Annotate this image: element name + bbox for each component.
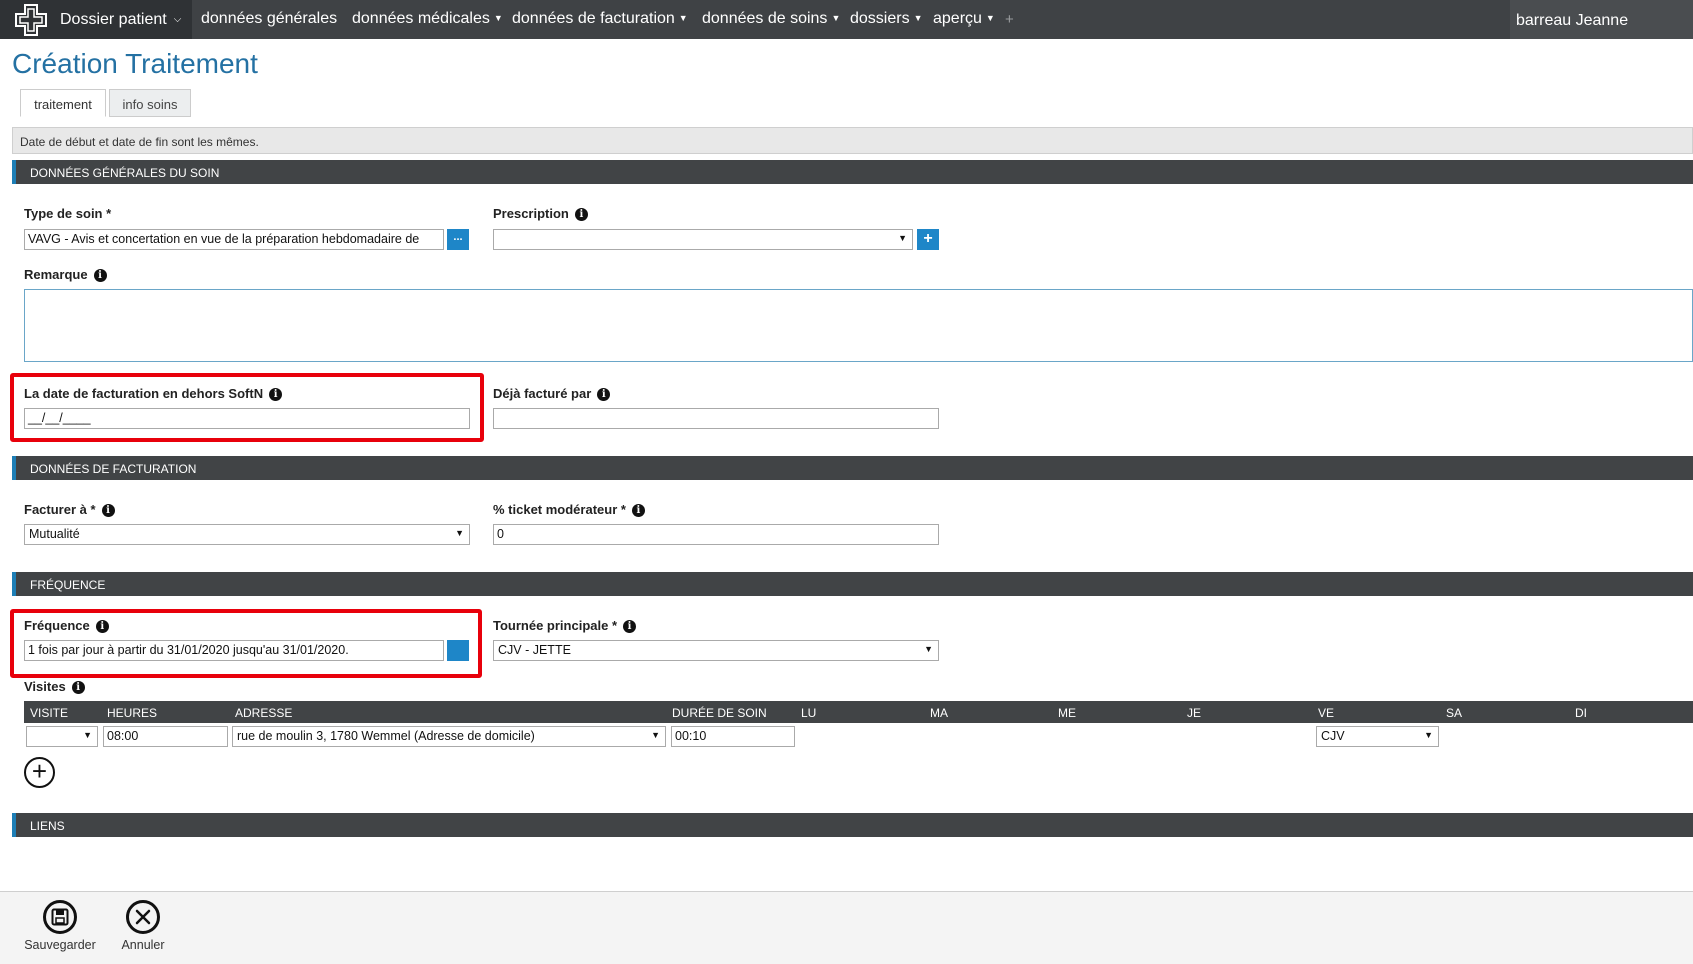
col-duree: DURÉE DE SOIN: [672, 706, 767, 720]
tab-traitement[interactable]: traitement: [20, 89, 106, 117]
facturer-a-select[interactable]: Mutualité ▼: [24, 524, 470, 545]
deja-facture-label: Déjà facturé par i: [493, 386, 611, 401]
info-icon: i: [95, 620, 109, 633]
cancel-button[interactable]: Annuler: [110, 900, 176, 952]
remarque-label: Remarque i: [24, 267, 107, 282]
caret-down-icon: ▼: [985, 13, 995, 23]
visite-select[interactable]: ▼: [26, 726, 98, 747]
date-facturation-input[interactable]: __/__/____: [24, 408, 470, 429]
info-icon: i: [93, 269, 107, 282]
caret-down-icon: ▼: [678, 13, 688, 23]
section-billing: DONNÉES DE FACTURATION: [12, 456, 1693, 480]
type-soin-input[interactable]: VAVG - Avis et concertation en vue de la…: [24, 229, 444, 250]
col-heures: HEURES: [107, 706, 158, 720]
section-frequency: FRÉQUENCE: [12, 572, 1693, 596]
info-icon: i: [71, 681, 85, 694]
caret-down-icon: ▼: [913, 13, 923, 23]
frequence-label: Fréquence i: [24, 618, 109, 633]
col-sa: SA: [1446, 706, 1463, 720]
prescription-label: Prescription i: [493, 206, 588, 221]
tournee-select[interactable]: CJV - JETTE ▼: [493, 640, 939, 661]
caret-down-icon: ▼: [831, 13, 841, 23]
tournee-label: Tournée principale * i: [493, 618, 637, 633]
save-button[interactable]: Sauvegarder: [22, 900, 98, 952]
col-visite: VISITE: [30, 706, 69, 720]
col-ma: MA: [930, 706, 948, 720]
tab-info-soins[interactable]: info soins: [109, 89, 191, 117]
date-facturation-label: La date de facturation en dehors SoftN i: [24, 386, 283, 401]
col-me: ME: [1058, 706, 1076, 720]
section-general: DONNÉES GÉNÉRALES DU SOIN: [12, 160, 1693, 184]
close-icon: [126, 900, 160, 934]
ticket-label: % ticket modérateur * i: [493, 502, 645, 517]
nav-dossiers[interactable]: dossiers ▼: [850, 10, 923, 28]
nav-donnees-medicales[interactable]: données médicales ▼: [352, 10, 503, 28]
chevron-down-icon: ⌵: [173, 14, 182, 25]
cancel-label: Annuler: [121, 938, 165, 952]
nav-donnees-facturation[interactable]: données de facturation ▼: [512, 10, 688, 28]
col-di: DI: [1575, 706, 1587, 720]
nav-add-tab[interactable]: +: [1005, 11, 1014, 28]
save-icon: [43, 900, 77, 934]
caret-down-icon: ▼: [898, 233, 907, 243]
footer-toolbar: Sauvegarder Annuler: [0, 891, 1693, 964]
col-ve: VE: [1318, 706, 1335, 720]
type-soin-browse-button[interactable]: ...: [447, 229, 469, 250]
info-icon: i: [623, 620, 637, 633]
remarque-textarea[interactable]: [24, 289, 1693, 362]
caret-down-icon: ▼: [493, 13, 503, 23]
col-adresse: ADRESSE: [235, 706, 293, 720]
info-icon: i: [269, 388, 283, 401]
medical-cross-logo-icon: [12, 3, 50, 37]
col-je: JE: [1187, 706, 1202, 720]
nav-donnees-generales[interactable]: données générales: [201, 10, 337, 28]
caret-down-icon: ▼: [83, 730, 92, 740]
add-visit-button[interactable]: +: [24, 757, 55, 788]
visits-table-header: VISITE HEURES ADRESSE DURÉE DE SOIN LU M…: [24, 701, 1693, 723]
facturer-a-label: Facturer à * i: [24, 502, 115, 517]
caret-down-icon: ▼: [651, 730, 660, 740]
deja-facture-input[interactable]: [493, 408, 939, 429]
duree-input[interactable]: 00:10: [671, 726, 795, 747]
ticket-input[interactable]: 0: [493, 524, 939, 545]
info-icon: i: [574, 208, 588, 221]
section-links: LIENS: [12, 813, 1693, 837]
type-soin-label: Type de soin *: [24, 206, 112, 221]
add-prescription-button[interactable]: +: [917, 229, 939, 250]
brand-label: Dossier patient: [60, 10, 167, 28]
caret-down-icon: ▼: [1424, 730, 1433, 740]
prescription-select[interactable]: ▼: [493, 229, 913, 250]
top-navbar: Dossier patient ⌵ données générales donn…: [0, 0, 1693, 39]
alert-message: Date de début et date de fin sont les mê…: [12, 127, 1693, 154]
caret-down-icon: ▼: [455, 528, 464, 538]
visites-label: Visites i: [24, 679, 85, 694]
nav-donnees-soins[interactable]: données de soins ▼: [702, 10, 840, 28]
user-menu[interactable]: barreau Jeanne: [1510, 0, 1693, 39]
adresse-select[interactable]: rue de moulin 3, 1780 Wemmel (Adresse de…: [232, 726, 666, 747]
info-icon: i: [597, 388, 611, 401]
brand-menu[interactable]: Dossier patient ⌵: [0, 0, 192, 39]
frequence-edit-button[interactable]: [447, 640, 469, 661]
ve-select[interactable]: CJV ▼: [1316, 726, 1439, 747]
caret-down-icon: ▼: [924, 644, 933, 654]
save-label: Sauvegarder: [24, 938, 96, 952]
frequence-input[interactable]: 1 fois par jour à partir du 31/01/2020 j…: [24, 640, 444, 661]
page-title: Création Traitement: [12, 48, 258, 79]
info-icon: i: [101, 504, 115, 517]
info-icon: i: [631, 504, 645, 517]
col-lu: LU: [801, 706, 817, 720]
nav-apercu[interactable]: aperçu ▼: [933, 10, 995, 28]
heures-input[interactable]: 08:00: [103, 726, 228, 747]
